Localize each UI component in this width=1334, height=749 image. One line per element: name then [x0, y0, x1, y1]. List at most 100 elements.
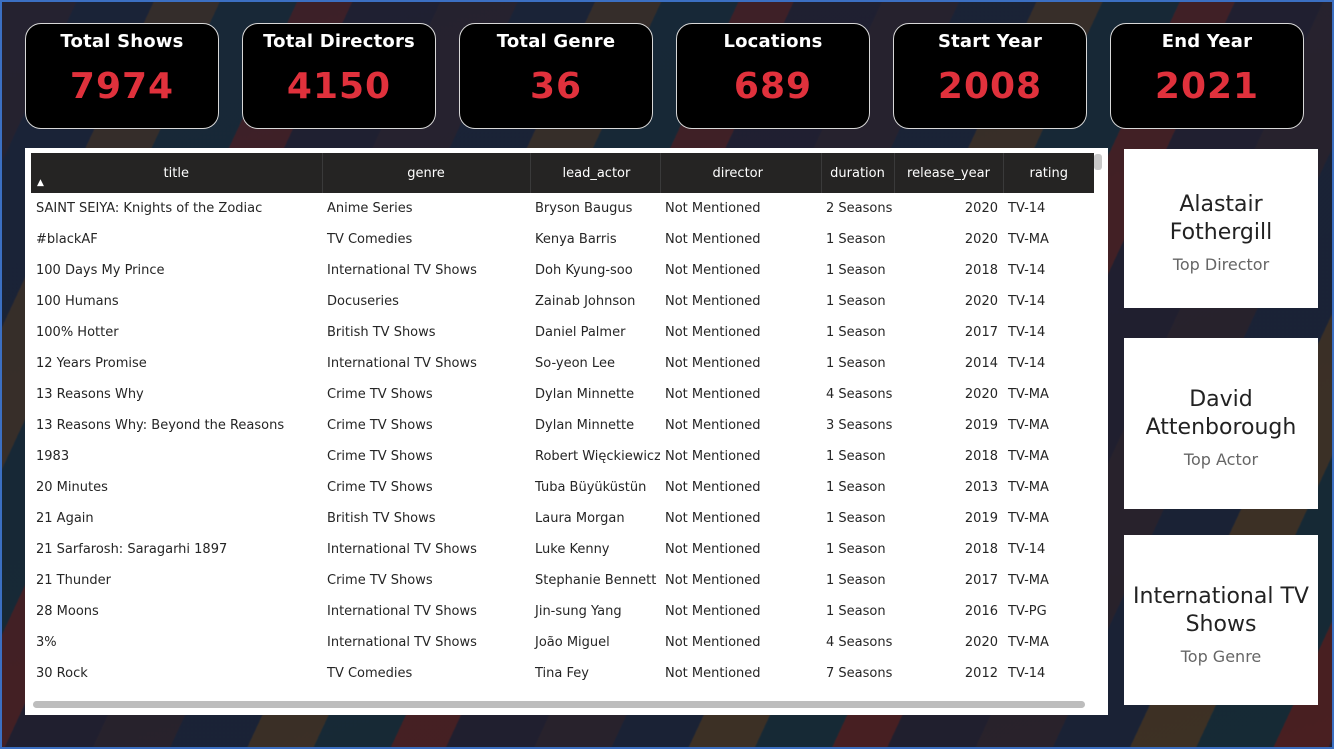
- kpi-total-genre[interactable]: Total Genre 36: [459, 23, 653, 129]
- title-cell: 20 Minutes: [36, 480, 108, 495]
- genre-cell: International TV Shows: [327, 542, 477, 557]
- shows-table-visual[interactable]: title ▲ genre lead_actor director durati…: [25, 148, 1108, 715]
- lead-actor-cell: Luke Kenny: [535, 542, 610, 557]
- duration-cell: 1 Season: [826, 511, 886, 526]
- release-year-cell: 2019: [964, 511, 998, 526]
- table-row[interactable]: 21 Thunder Crime TV Shows Stephanie Bennet…: [31, 565, 1094, 596]
- table-scroll-area[interactable]: title ▲ genre lead_actor director durati…: [31, 153, 1094, 701]
- title-cell: 13 Reasons Why: Beyond the Reasons: [36, 418, 285, 433]
- release-year-cell: 2016: [964, 604, 998, 619]
- title-cell: 21 Again: [36, 511, 94, 526]
- table-row[interactable]: 100% Hotter British TV Shows Daniel Palmer…: [31, 317, 1094, 348]
- table-row[interactable]: 20 Minutes Crime TV Shows Tuba Büyüküstün N…: [31, 472, 1094, 503]
- table-body: SAINT SEIYA: Knights of the Zodiac Anime …: [31, 193, 1094, 689]
- director-cell: Not Mentioned: [665, 604, 761, 619]
- genre-cell: Anime Series: [327, 201, 413, 216]
- table-row[interactable]: SAINT SEIYA: Knights of the Zodiac Anime …: [31, 193, 1094, 224]
- column-header-label: release_year: [907, 165, 990, 181]
- kpi-locations[interactable]: Locations 689: [676, 23, 870, 129]
- table-row[interactable]: 12 Years Promise International TV Shows So…: [31, 348, 1094, 379]
- table-row[interactable]: 13 Reasons Why Crime TV Shows Dylan Minnet…: [31, 379, 1094, 410]
- title-cell: 12 Years Promise: [36, 356, 147, 371]
- table-row[interactable]: 21 Again British TV Shows Laura Morgan Not …: [31, 503, 1094, 534]
- column-header-label: title: [163, 165, 189, 181]
- lead-actor-cell: Zainab Johnson: [535, 294, 636, 309]
- rating-cell: TV-MA: [1008, 232, 1049, 247]
- genre-cell: British TV Shows: [327, 511, 436, 526]
- director-cell: Not Mentioned: [665, 418, 761, 433]
- director-cell: Not Mentioned: [665, 573, 761, 588]
- kpi-start-year[interactable]: Start Year 2008: [893, 23, 1087, 129]
- duration-cell: 1 Season: [826, 263, 886, 278]
- duration-cell: 3 Seasons: [826, 418, 893, 433]
- lead-actor-cell: Daniel Palmer: [535, 325, 626, 340]
- duration-cell: 1 Season: [826, 232, 886, 247]
- kpi-value: 2008: [937, 66, 1043, 107]
- table-row[interactable]: 28 Moons International TV Shows Jin-sung Y…: [31, 596, 1094, 627]
- title-cell: 30 Rock: [36, 666, 88, 681]
- duration-cell: 2 Seasons: [826, 201, 893, 216]
- title-cell: 3%: [36, 635, 57, 650]
- release-year-cell: 2020: [964, 201, 998, 216]
- horizontal-scrollbar[interactable]: [33, 701, 1085, 708]
- table-row[interactable]: 100 Days My Prince International TV Shows…: [31, 255, 1094, 286]
- rating-cell: TV-14: [1008, 666, 1046, 681]
- top-director-label: Top Director: [1172, 255, 1270, 274]
- card-top-director[interactable]: Alastair Fothergill Top Director: [1124, 149, 1318, 308]
- release-year-cell: 2020: [964, 232, 998, 247]
- lead-actor-cell: Dylan Minnette: [535, 418, 635, 433]
- rating-cell: TV-14: [1008, 542, 1046, 557]
- column-header-release-year[interactable]: release_year: [894, 153, 1004, 193]
- column-header-label: director: [712, 165, 763, 181]
- column-header-rating[interactable]: rating: [1003, 153, 1094, 193]
- director-cell: Not Mentioned: [665, 635, 761, 650]
- column-header-director[interactable]: director: [660, 153, 822, 193]
- vertical-scrollbar[interactable]: [1094, 154, 1102, 170]
- kpi-value: 2021: [1154, 66, 1260, 107]
- table-row[interactable]: 3% International TV Shows João Miguel Not M…: [31, 627, 1094, 658]
- lead-actor-cell: Tuba Büyüküstün: [535, 480, 647, 495]
- kpi-label: Start Year: [937, 31, 1043, 52]
- kpi-total-directors[interactable]: Total Directors 4150: [242, 23, 436, 129]
- genre-cell: Docuseries: [327, 294, 399, 309]
- kpi-total-shows[interactable]: Total Shows 7974: [25, 23, 219, 129]
- horizontal-scrollbar-thumb[interactable]: [33, 701, 1085, 708]
- table-row[interactable]: 100 Humans Docuseries Zainab Johnson Not Me…: [31, 286, 1094, 317]
- genre-cell: Crime TV Shows: [327, 449, 433, 464]
- release-year-cell: 2019: [964, 418, 998, 433]
- kpi-end-year[interactable]: End Year 2021: [1110, 23, 1304, 129]
- lead-actor-cell: João Miguel: [535, 635, 610, 650]
- release-year-cell: 2018: [964, 263, 998, 278]
- rating-cell: TV-14: [1008, 263, 1046, 278]
- card-top-actor[interactable]: David Attenborough Top Actor: [1124, 338, 1318, 509]
- table-row[interactable]: #blackAF TV Comedies Kenya Barris Not Menti…: [31, 224, 1094, 255]
- release-year-cell: 2020: [964, 387, 998, 402]
- rating-cell: TV-MA: [1008, 387, 1049, 402]
- column-header-title[interactable]: title ▲: [31, 153, 323, 193]
- genre-cell: International TV Shows: [327, 635, 477, 650]
- sort-ascending-icon[interactable]: ▲: [37, 178, 44, 188]
- lead-actor-cell: Dylan Minnette: [535, 387, 635, 402]
- kpi-label: Total Shows: [60, 31, 184, 52]
- director-cell: Not Mentioned: [665, 294, 761, 309]
- duration-cell: 1 Season: [826, 480, 886, 495]
- table-row[interactable]: 13 Reasons Why: Beyond the Reasons Crime …: [31, 410, 1094, 441]
- card-top-genre[interactable]: International TV Shows Top Genre: [1124, 535, 1318, 705]
- table-row[interactable]: 1983 Crime TV Shows Robert Więckiewicz Not …: [31, 441, 1094, 472]
- column-header-genre[interactable]: genre: [322, 153, 531, 193]
- column-header-duration[interactable]: duration: [821, 153, 895, 193]
- column-header-lead-actor[interactable]: lead_actor: [530, 153, 661, 193]
- table-row[interactable]: 21 Sarfarosh: Saragarhi 1897 Internationa…: [31, 534, 1094, 565]
- lead-actor-cell: Stephanie Bennett: [535, 573, 657, 588]
- release-year-cell: 2012: [964, 666, 998, 681]
- table-row[interactable]: 30 Rock TV Comedies Tina Fey Not Mentioned 7…: [31, 658, 1094, 689]
- kpi-value: 689: [733, 66, 813, 107]
- title-cell: 1983: [36, 449, 70, 464]
- title-cell: 100 Days My Prince: [36, 263, 165, 278]
- column-header-label: duration: [830, 165, 885, 181]
- kpi-label: Total Directors: [263, 31, 415, 52]
- lead-actor-cell: Kenya Barris: [535, 232, 617, 247]
- release-year-cell: 2020: [964, 635, 998, 650]
- release-year-cell: 2018: [964, 449, 998, 464]
- column-header-label: lead_actor: [562, 165, 631, 181]
